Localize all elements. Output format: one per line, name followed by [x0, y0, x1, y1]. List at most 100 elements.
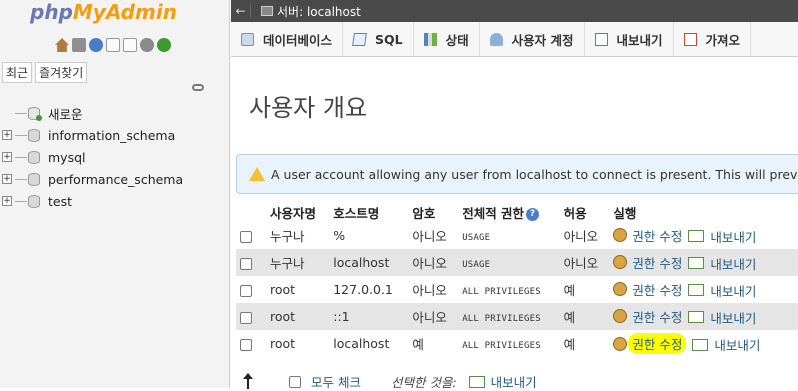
checkbox-cell — [236, 249, 266, 276]
action-cell: 권한 수정 내보내기 — [609, 222, 798, 249]
header-global-privileges: 전체적 권한? — [458, 202, 559, 222]
row-checkbox[interactable] — [240, 311, 252, 324]
expand-icon[interactable]: + — [2, 196, 12, 206]
tree-item-database[interactable]: + mysql — [2, 146, 183, 168]
header-grant: 허용 — [563, 205, 587, 221]
database-icon — [28, 150, 40, 164]
menu-tab-label: 가져오 — [705, 32, 741, 48]
export-icon — [468, 375, 485, 388]
phpmyadmin-logo[interactable]: phpMyAdmin — [30, 0, 177, 30]
edit-privileges-button[interactable]: 권한 수정 — [613, 253, 682, 272]
edit-privileges-icon — [613, 282, 628, 296]
tree-item-database[interactable]: + information_schema — [2, 124, 183, 146]
main-panel: ← 서버: localhost 데이터베이스 SQL 상태 사용자 계정 내보내기 가져오… — [231, 0, 798, 391]
gear-icon[interactable] — [140, 38, 154, 52]
help-icon[interactable]: ? — [526, 207, 540, 221]
documentation-icon[interactable] — [106, 38, 120, 52]
edit-privileges-icon — [613, 255, 628, 269]
edit-privileges-icon — [613, 336, 628, 351]
edit-privileges-button[interactable]: 권한 수정 — [613, 280, 682, 299]
username-cell: root — [266, 330, 330, 357]
tree-item-new[interactable]: 새로운 — [2, 102, 183, 124]
export-user-label: 내보내기 — [710, 256, 757, 272]
back-arrow-icon[interactable]: ← — [231, 4, 251, 18]
tree-item-label[interactable]: information_schema — [48, 128, 175, 143]
menu-tab-database[interactable]: 데이터베이스 — [231, 22, 344, 56]
menu-tab-status[interactable]: 상태 — [414, 22, 480, 56]
row-checkbox[interactable] — [240, 230, 252, 243]
edit-privileges-button[interactable]: 권한 수정 — [613, 226, 682, 245]
password-cell: 아니오 — [408, 249, 459, 276]
hostname-cell: localhost — [329, 249, 409, 276]
export-user-button[interactable]: 내보내기 — [688, 281, 756, 300]
username-cell: root — [266, 303, 330, 330]
privileges-value: ALL PRIVILEGES — [462, 341, 541, 351]
action-cell: 권한 수정 내보내기 — [609, 330, 798, 357]
notice-text: A user account allowing any user from lo… — [271, 166, 798, 182]
menu-tab-export[interactable]: 내보내기 — [585, 22, 674, 56]
logout-icon[interactable] — [72, 38, 86, 52]
table-row: root localhost 예 ALL PRIVILEGES 예 권한 수정 내보내기 — [236, 330, 798, 357]
grant-cell: 아니오 — [559, 222, 610, 249]
edit-privileges-label: 권한 수정 — [632, 282, 683, 298]
warning-icon — [249, 167, 265, 181]
username-cell: root — [266, 276, 330, 303]
home-icon[interactable] — [55, 38, 69, 52]
menu-tab-users[interactable]: 사용자 계정 — [480, 22, 585, 56]
export-user-label: 내보내기 — [714, 338, 761, 353]
export-user-button[interactable]: 내보내기 — [688, 308, 756, 327]
database-icon — [28, 194, 40, 208]
tree-item-label[interactable]: test — [48, 194, 72, 209]
row-checkbox[interactable] — [240, 338, 252, 351]
with-selected-label: 선택한 것을: — [390, 375, 457, 390]
privileges-cell: USAGE — [458, 222, 560, 249]
select-all-checkbox[interactable] — [289, 375, 301, 388]
nav-tabs: 최근 즐겨찾기 — [2, 62, 88, 83]
header-username: 사용자명 — [270, 205, 317, 221]
tree-item-label[interactable]: 새로운 — [48, 104, 83, 123]
bulk-export-button[interactable]: 내보내기 — [468, 372, 537, 391]
export-user-button[interactable]: 내보내기 — [692, 335, 760, 354]
privileges-cell: ALL PRIVILEGES — [458, 276, 560, 303]
database-tree: 새로운 + information_schema + mysql + performance… — [2, 102, 183, 212]
expand-icon[interactable]: + — [2, 174, 12, 184]
grant-cell: 예 — [559, 330, 610, 357]
server-breadcrumb: ← 서버: localhost — [231, 0, 798, 22]
privileges-value: ALL PRIVILEGES — [462, 314, 541, 324]
menu-tab-sql[interactable]: SQL — [343, 22, 414, 56]
export-user-label: 내보내기 — [710, 310, 757, 326]
edit-privileges-button[interactable]: 권한 수정 — [613, 307, 682, 326]
database-icon — [28, 128, 40, 142]
database-icon — [28, 172, 40, 186]
tree-connector — [15, 178, 27, 180]
reload-icon[interactable] — [157, 38, 171, 52]
tree-item-label[interactable]: performance_schema — [48, 172, 183, 187]
status-icon — [423, 32, 437, 46]
export-user-label: 내보내기 — [710, 229, 757, 245]
select-all-link[interactable]: 모두 체크 — [311, 372, 361, 391]
row-checkbox[interactable] — [240, 257, 252, 270]
tree-item-label[interactable]: mysql — [48, 150, 86, 165]
export-user-label: 내보내기 — [710, 283, 757, 299]
help-icon[interactable] — [89, 38, 103, 52]
export-user-button[interactable]: 내보내기 — [688, 227, 756, 246]
tab-recent[interactable]: 최근 — [2, 62, 33, 83]
row-checkbox[interactable] — [240, 284, 252, 297]
tree-item-database[interactable]: + performance_schema — [2, 168, 183, 190]
expand-icon[interactable]: + — [2, 130, 12, 140]
menu-tab-import[interactable]: 가져오 — [674, 22, 752, 56]
table-header-row: 사용자명 호스트명 암호 전체적 권한? 허용 실행 — [236, 202, 798, 222]
link-icon[interactable] — [192, 84, 204, 91]
action-cell: 권한 수정 내보내기 — [609, 276, 798, 303]
tree-connector — [15, 200, 27, 202]
edit-privileges-label: 권한 수정 — [632, 309, 683, 325]
server-label[interactable]: 서버: localhost — [277, 3, 361, 20]
menu-tab-label: 사용자 계정 — [511, 32, 574, 48]
export-user-button[interactable]: 내보내기 — [688, 254, 756, 273]
table-row: 누구나 localhost 아니오 USAGE 아니오 권한 수정 내보내기 — [236, 249, 798, 276]
edit-privileges-button[interactable]: 권한 수정 — [613, 333, 687, 354]
tree-item-database[interactable]: + test — [2, 190, 183, 212]
tab-favorites[interactable]: 즐겨찾기 — [35, 62, 88, 83]
docs-icon[interactable] — [123, 38, 137, 52]
expand-icon[interactable]: + — [2, 152, 12, 162]
